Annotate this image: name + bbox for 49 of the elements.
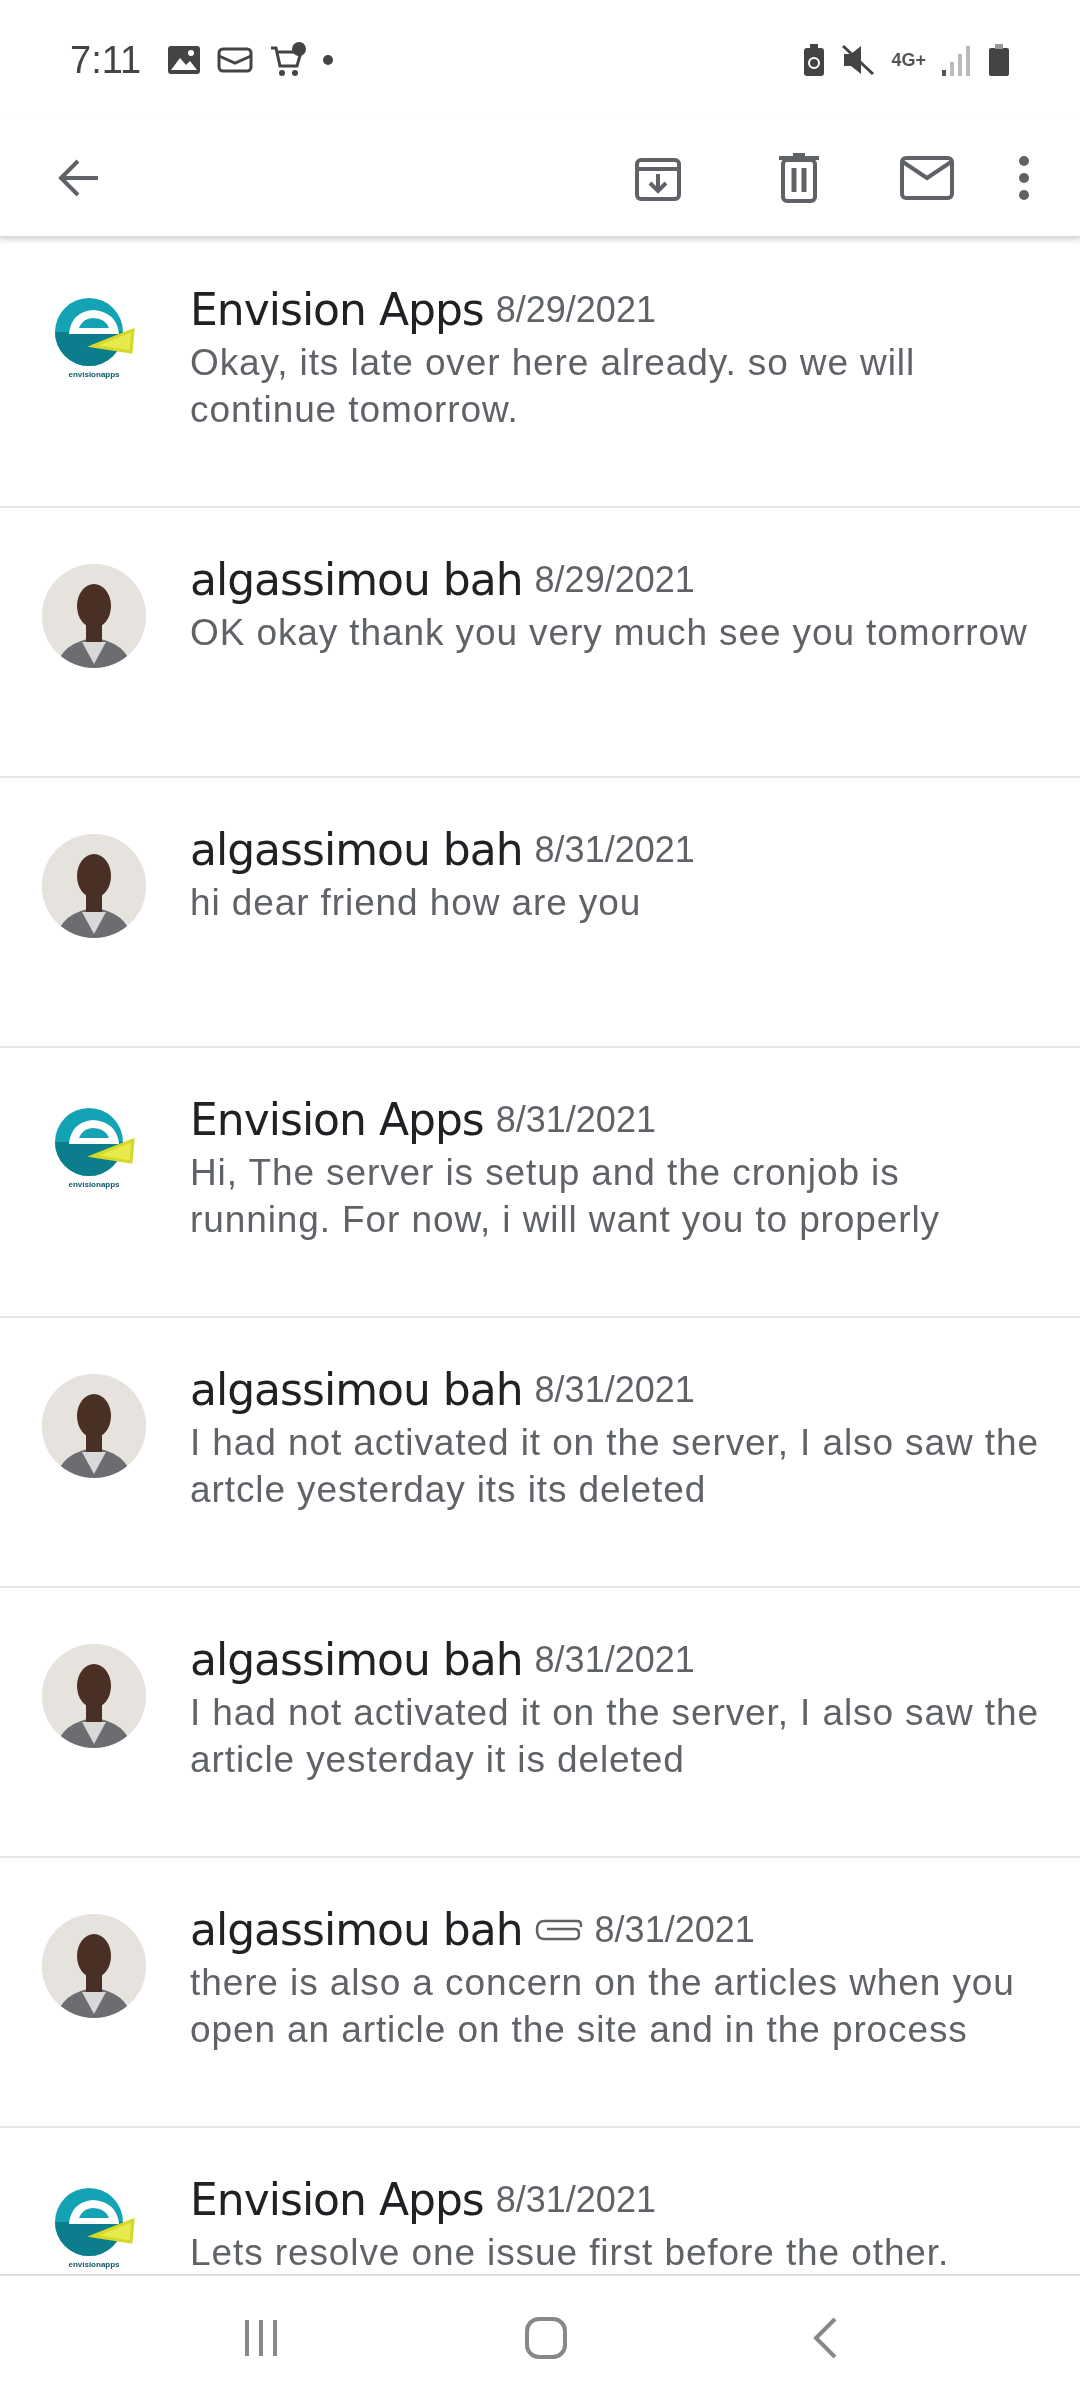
battery-icon — [988, 43, 1010, 77]
dot-icon — [323, 55, 334, 65]
message-date: 8/31/2021 — [534, 1368, 695, 1411]
cart-icon — [269, 42, 308, 78]
message-snippet: Hi, The server is setup and the cronjob is running. For now, i will want you to properly — [190, 1151, 941, 1242]
logo-text: envisionapps — [68, 370, 120, 379]
sender-name: Envision Apps — [190, 284, 484, 335]
message-row[interactable]: algassimou bah 8/31/2021 I had not activated it on the server, I also saw the article yesterday it is deleted — [0, 1588, 1080, 1858]
mute-icon — [841, 44, 876, 76]
message-row[interactable]: envisionapps Envision Apps 8/31/2021 Hi, The server is setup and the cronjob is running. For now, i will want you to properly — [0, 1048, 1080, 1318]
message-row[interactable]: algassimou bah 8/31/2021 there is also a concern on the articles when you open an article on the site and in the process — [0, 1858, 1080, 2128]
battery-saver-icon — [803, 43, 826, 77]
more-icon — [1018, 155, 1030, 201]
message-snippet: hi dear friend how are you — [190, 881, 643, 925]
message-row[interactable]: algassimou bah 8/31/2021 I had not activated it on the server, I also saw the artcle yesterday its its deleted — [0, 1318, 1080, 1588]
sender-name: algassimou bah — [190, 1634, 523, 1685]
message-row[interactable]: envisionapps Envision Apps 8/29/2021 Okay, its late over here already. so we will continue tomorrow. — [0, 238, 1080, 508]
logo-text: envisionapps — [68, 1180, 120, 1189]
sender-name: algassimou bah — [190, 1904, 523, 1955]
sender-name: algassimou bah — [190, 1364, 523, 1415]
message-snippet: there is also a concern on the articles when you open an article on the site and in the process — [190, 1961, 1016, 2052]
message-snippet: Okay, its late over here already. so we will continue tomorrow. — [190, 341, 917, 432]
network-type: 4G+ — [891, 49, 926, 71]
message-date: 8/31/2021 — [495, 2178, 656, 2221]
trash-icon — [778, 153, 820, 203]
message-date: 8/31/2021 — [534, 828, 695, 871]
clock: 7:11 — [70, 38, 142, 82]
message-date: 8/31/2021 — [594, 1908, 755, 1951]
message-snippet: OK okay thank you very much see you tomorrow — [190, 611, 1029, 655]
logo-text: envisionapps — [68, 2260, 120, 2269]
back-arrow-icon — [56, 158, 100, 198]
message-date: 8/29/2021 — [495, 288, 656, 331]
sender-name: algassimou bah — [190, 824, 523, 875]
envelope-icon — [900, 156, 954, 200]
message-date: 8/29/2021 — [534, 558, 695, 601]
image-icon — [167, 45, 202, 75]
message-row[interactable]: algassimou bah 8/31/2021 hi dear friend how are you — [0, 778, 1080, 1048]
message-snippet: Lets resolve one issue first before the other. — [190, 2231, 951, 2274]
message-date: 8/31/2021 — [495, 1098, 656, 1141]
home-icon — [524, 2316, 568, 2360]
sender-name: algassimou bah — [190, 554, 523, 605]
sender-name: Envision Apps — [190, 1094, 484, 1145]
mail-icon — [217, 46, 254, 74]
message-row[interactable]: algassimou bah 8/29/2021 OK okay thank you very much see you tomorrow — [0, 508, 1080, 778]
signal-icon — [942, 44, 972, 76]
sender-name: Envision Apps — [190, 2174, 484, 2225]
message-snippet: I had not activated it on the server, I also saw the artcle yesterday its its deleted — [190, 1421, 1040, 1512]
message-date: 8/31/2021 — [534, 1638, 695, 1681]
message-snippet: I had not activated it on the server, I also saw the article yesterday it is deleted — [190, 1691, 1040, 1782]
